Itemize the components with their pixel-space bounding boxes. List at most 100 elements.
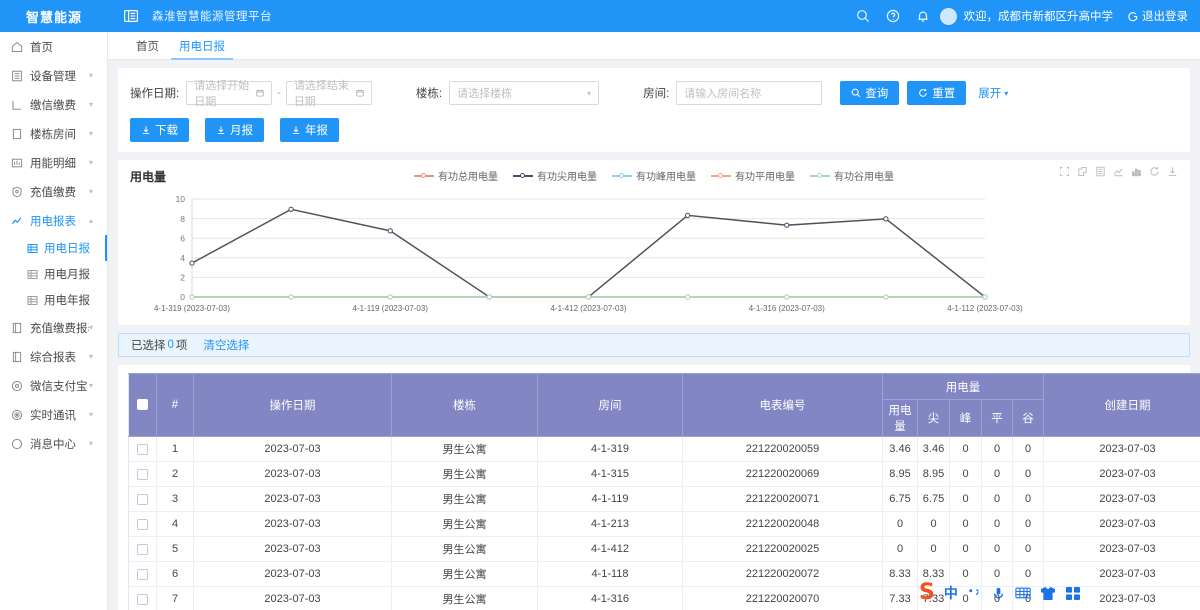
building-label: 楼栋: [416,85,442,101]
table-row[interactable]: 42023-07-03男生公寓4-1-213221220020048000002… [129,512,1200,537]
chevron-up-icon[interactable]: ▴ [89,217,101,225]
sidebar-item-recharge[interactable]: 充值缴费 ▾ [0,177,107,206]
chart-plot: 02468104-1-319 (2023-07-03)4-1-119 (2023… [130,193,1178,319]
expand-filters-link[interactable]: 展开 ▾ [978,85,1008,101]
sidebar-item-yearly-power-report[interactable]: 用电年报 [0,287,107,313]
sidebar-item-label: 缴信缴费 [30,97,89,113]
sidebar-item-message-center[interactable]: 消息中心 ▾ [0,429,107,458]
row-checkbox-cell[interactable] [129,562,157,587]
tab-home[interactable]: 首页 [126,42,169,60]
chevron-down-icon[interactable]: ▾ [89,353,101,361]
sidebar-item-monthly-power-report[interactable]: 用电月报 [0,261,107,287]
start-date-input[interactable]: 请选择开始日期 [186,81,272,105]
search-button[interactable]: 查询 [840,81,899,105]
row-date: 2023-07-03 [194,437,392,462]
report-icon [11,322,23,334]
sidebar-item-payment[interactable]: 缴信缴费 ▾ [0,90,107,119]
bar-chart-icon[interactable] [1131,166,1142,177]
row-checkbox[interactable] [137,469,148,480]
row-checkbox[interactable] [137,444,148,455]
sidebar-item-daily-power-report[interactable]: 用电日报 [0,235,107,261]
building-select[interactable]: 请选择楼栋 ▾ [449,81,599,105]
logout-button[interactable]: 退出登录 [1127,8,1188,24]
help-icon[interactable] [886,9,900,23]
chevron-down-icon[interactable]: ▾ [89,324,101,332]
sidebar-item-device-management[interactable]: 设备管理 ▾ [0,61,107,90]
select-all-checkbox[interactable] [137,399,148,410]
room-input[interactable]: 请输入房间名称 [676,81,822,105]
y-axis-tick: 8 [180,214,185,224]
menu-collapse-icon[interactable] [116,0,146,32]
row-power-ping: 0 [982,512,1013,537]
sidebar-item-wechat-alipay[interactable]: 微信支付宝 ▾ [0,371,107,400]
chevron-down-icon[interactable]: ▾ [89,411,101,419]
polygon-select-icon[interactable] [1077,166,1088,177]
row-checkbox-cell[interactable] [129,487,157,512]
row-checkbox-cell[interactable] [129,437,157,462]
row-date: 2023-07-03 [194,487,392,512]
rect-select-icon[interactable] [1059,166,1070,177]
row-room: 4-1-118 [538,562,683,587]
row-created: 2023-07-03 [1044,537,1200,562]
sidebar-item-home[interactable]: 首页 [0,32,107,61]
row-checkbox[interactable] [137,544,148,555]
tab-daily-power-report[interactable]: 用电日报 [169,42,235,60]
row-checkbox-cell[interactable] [129,512,157,537]
sidebar-item-label: 充值缴费报表 [30,320,89,336]
sidebar-item-power-report[interactable]: 用电报表 ▴ [0,206,107,235]
chart-data-point [686,213,690,217]
chevron-down-icon[interactable]: ▾ [89,440,101,448]
skin-icon[interactable] [1040,586,1056,601]
data-view-icon[interactable] [1095,166,1106,177]
device-icon [11,70,23,82]
row-power-gu: 0 [1013,487,1044,512]
search-icon[interactable] [856,9,870,23]
sogou-logo-icon[interactable]: S [919,582,935,604]
ime-mode-toggle[interactable]: 中 [944,586,958,600]
reset-button[interactable]: 重置 [907,81,966,105]
voice-input-icon[interactable] [991,586,1006,601]
line-chart-icon[interactable] [1113,166,1124,177]
table-row[interactable]: 12023-07-03男生公寓4-1-3192212200200593.463.… [129,437,1200,462]
sidebar-item-recharge-report[interactable]: 充值缴费报表 ▾ [0,313,107,342]
chart-data-point [190,261,194,265]
yearly-report-button[interactable]: 年报 [280,118,339,142]
table-row[interactable]: 22023-07-03男生公寓4-1-3152212200200698.958.… [129,462,1200,487]
row-room: 4-1-315 [538,462,683,487]
sidebar-item-realtime-comm[interactable]: 实时通讯 ▾ [0,400,107,429]
chevron-down-icon[interactable]: ▾ [89,72,101,80]
chevron-down-icon[interactable]: ▾ [89,130,101,138]
row-checkbox-cell[interactable] [129,462,157,487]
row-checkbox-cell[interactable] [129,587,157,610]
row-checkbox[interactable] [137,519,148,530]
soft-keyboard-icon[interactable] [1015,586,1031,600]
sidebar-item-comprehensive-report[interactable]: 综合报表 ▾ [0,342,107,371]
chevron-down-icon[interactable]: ▾ [89,159,101,167]
select-all-header[interactable] [129,374,157,437]
monthly-report-button[interactable]: 月报 [205,118,264,142]
download-button[interactable]: 下载 [130,118,189,142]
row-power-gu: 0 [1013,537,1044,562]
table-row[interactable]: 52023-07-03男生公寓4-1-412221220020025000002… [129,537,1200,562]
end-date-input[interactable]: 请选择结束日期 [286,81,372,105]
restore-icon[interactable] [1149,166,1160,177]
chart-data-point [785,223,789,227]
row-checkbox[interactable] [137,594,148,605]
chevron-down-icon[interactable]: ▾ [89,101,101,109]
chevron-down-icon[interactable]: ▾ [89,382,101,390]
building-header: 楼栋 [392,374,538,437]
row-checkbox[interactable] [137,569,148,580]
bell-icon[interactable] [916,9,930,23]
ime-toolbar[interactable]: S 中 [913,578,1087,608]
table-row[interactable]: 32023-07-03男生公寓4-1-1192212200200716.756.… [129,487,1200,512]
row-checkbox[interactable] [137,494,148,505]
punctuation-icon[interactable] [967,586,982,601]
sidebar-item-energy-detail[interactable]: 用能明细 ▾ [0,148,107,177]
toolbox-icon[interactable] [1065,586,1081,601]
sidebar-item-building-room[interactable]: 楼栋房间 ▾ [0,119,107,148]
chevron-down-icon[interactable]: ▾ [89,188,101,196]
avatar[interactable] [940,8,957,25]
row-checkbox-cell[interactable] [129,537,157,562]
save-image-icon[interactable] [1167,166,1178,177]
clear-selection-link[interactable]: 清空选择 [203,337,249,353]
